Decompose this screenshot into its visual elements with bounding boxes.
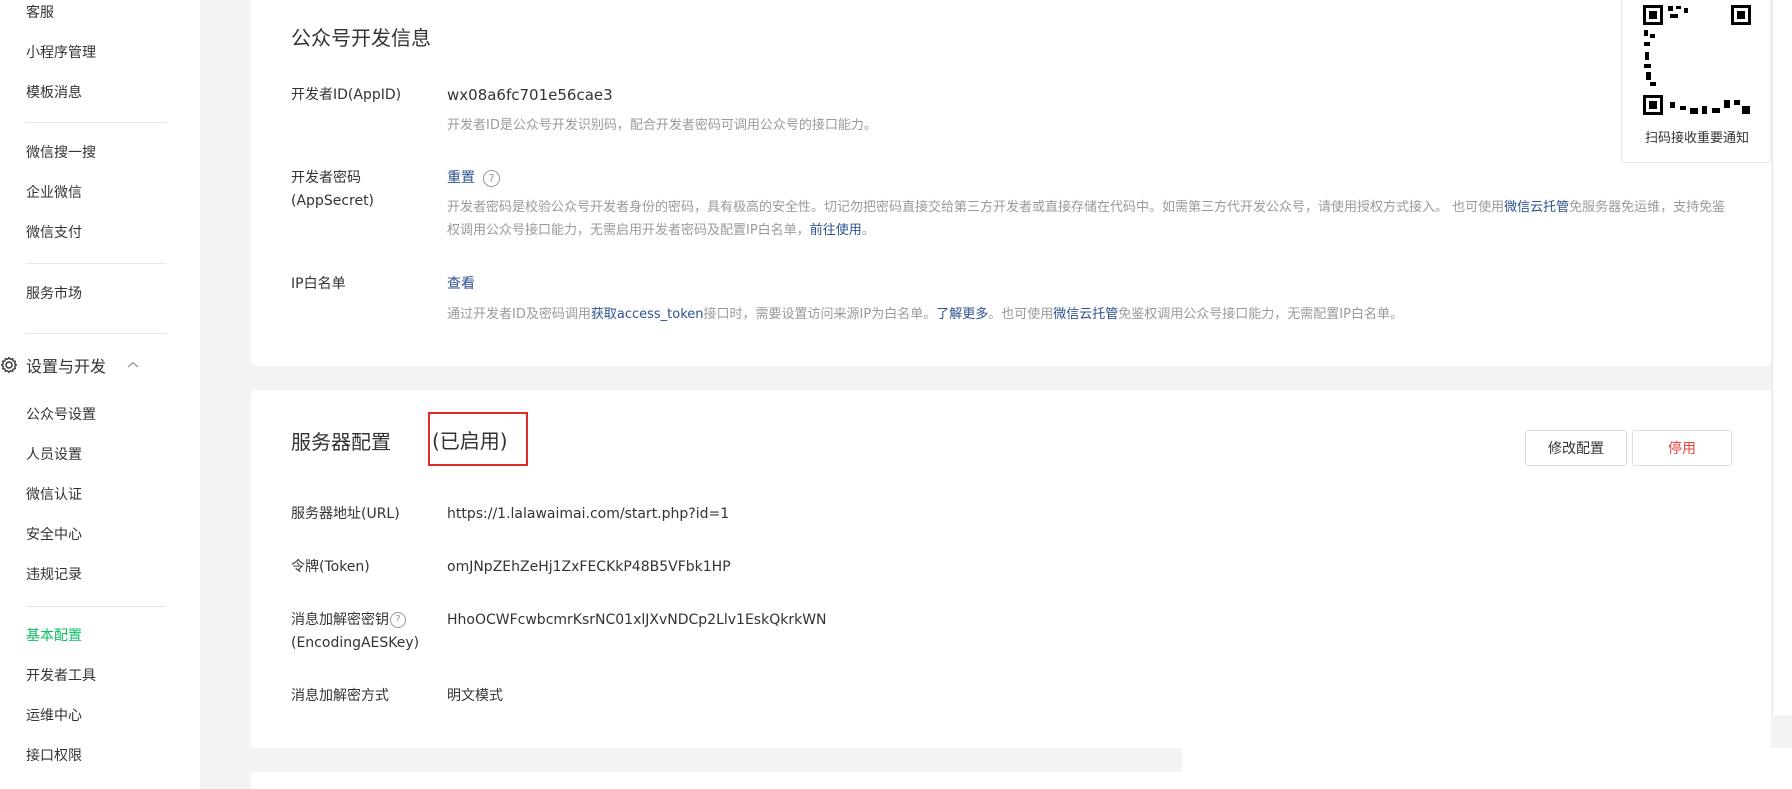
ip-desc-text: 通过开发者ID及密码调用: [447, 307, 591, 322]
ip-whitelist-view-link[interactable]: 查看: [447, 273, 475, 296]
aes-key-value: HhoOCWFcwbcmrKsrNC01xlJXvNDCp2Llv1EskQkr…: [447, 612, 827, 628]
go-use-link[interactable]: 前往使用: [810, 223, 862, 238]
token-value: omJNpZEhZeHj1ZxFECKkP48B5VFbk1HP: [447, 559, 731, 575]
help-icon[interactable]: ?: [390, 612, 406, 628]
learn-more-link[interactable]: 了解更多: [936, 307, 988, 322]
dev-info-title: 公众号开发信息: [291, 26, 431, 50]
access-token-link[interactable]: 获取access_token: [591, 307, 704, 322]
chevron-up-icon[interactable]: [126, 358, 140, 372]
wechat-cloud-link[interactable]: 微信云托管: [1053, 307, 1118, 322]
appid-desc: 开发者ID是公众号开发识别码，配合开发者密码可调用公众号的接口能力。: [447, 118, 877, 133]
url-label: 服务器地址(URL): [291, 506, 400, 522]
right-side-strip: [1772, 0, 1792, 715]
secret-actions: 重置?: [447, 167, 500, 190]
disable-button[interactable]: 停用: [1632, 430, 1732, 466]
secret-label: 开发者密码(AppSecret): [291, 170, 375, 209]
sidebar-group-settings-dev[interactable]: 设置与开发: [0, 353, 140, 377]
token-label: 令牌(Token): [291, 559, 370, 575]
ip-whitelist-label: IP白名单: [291, 276, 346, 292]
sidebar-item-work-wechat[interactable]: 企业微信: [26, 183, 82, 203]
sidebar-item-ops-center[interactable]: 运维中心: [26, 706, 82, 726]
sidebar-divider: [26, 122, 166, 123]
encrypt-mode-value: 明文模式: [447, 688, 503, 704]
sidebar-item-miniprogram[interactable]: 小程序管理: [26, 43, 96, 63]
sidebar-item-wechat-pay[interactable]: 微信支付: [26, 223, 82, 243]
qr-code-icon: [1640, 2, 1754, 118]
ip-desc-text: 。也可使用: [988, 307, 1054, 322]
secret-desc-text: 。: [861, 223, 875, 238]
sidebar-item-security-center[interactable]: 安全中心: [26, 525, 82, 545]
appid-value: wx08a6fc701e56cae3: [447, 86, 613, 104]
sidebar: 客服 小程序管理 模板消息 微信搜一搜 企业微信 微信支付 服务市场 设置与开发…: [0, 0, 200, 789]
sidebar-item-template-message[interactable]: 模板消息: [26, 83, 82, 103]
sidebar-item-dev-tools[interactable]: 开发者工具: [26, 666, 96, 686]
url-value: https://1.lalawaimai.com/start.php?id=1: [447, 506, 730, 522]
server-config-card: 服务器配置 (已启用) 修改配置 停用 服务器地址(URL) https://1…: [251, 390, 1771, 748]
sidebar-divider: [26, 263, 166, 264]
ip-desc-text: 免鉴权调用公众号接口能力，无需配置IP白名单。: [1118, 307, 1403, 322]
sidebar-divider: [26, 606, 166, 607]
status-text: (已启用): [432, 428, 508, 453]
sidebar-item-account-settings[interactable]: 公众号设置: [26, 405, 96, 425]
sidebar-item-service-market[interactable]: 服务市场: [26, 284, 82, 304]
sidebar-item-staff-settings[interactable]: 人员设置: [26, 445, 82, 465]
status-badge: (已启用): [428, 412, 528, 466]
aes-key-label-text: (EncodingAESKey): [291, 635, 420, 651]
view-link[interactable]: 查看: [447, 276, 475, 292]
secret-desc: 开发者密码是校验公众号开发者身份的密码，具有极高的安全性。切记勿把密码直接交给第…: [447, 196, 1737, 242]
qr-notify-panel: 扫码接收重要通知: [1621, 0, 1771, 163]
sidebar-item-customer-service[interactable]: 客服: [26, 3, 54, 23]
sidebar-item-violation-records[interactable]: 违规记录: [26, 565, 82, 585]
qr-caption: 扫码接收重要通知: [1644, 131, 1749, 146]
server-config-title-text: 服务器配置: [291, 430, 391, 454]
overlay-block: [1182, 748, 1792, 789]
sidebar-item-wechat-search[interactable]: 微信搜一搜: [26, 143, 96, 163]
wechat-cloud-link[interactable]: 微信云托管: [1504, 200, 1569, 215]
sidebar-divider: [26, 333, 166, 334]
modify-config-button[interactable]: 修改配置: [1525, 430, 1627, 466]
secret-desc-text: 开发者密码是校验公众号开发者身份的密码，具有极高的安全性。切记勿把密码直接交给第…: [447, 200, 1505, 215]
gear-icon: [0, 356, 18, 374]
help-icon[interactable]: ?: [483, 169, 500, 187]
sidebar-item-api-permissions[interactable]: 接口权限: [26, 746, 82, 766]
sidebar-item-verification[interactable]: 微信认证: [26, 485, 82, 505]
reset-secret-link[interactable]: 重置: [447, 170, 475, 186]
encrypt-mode-label: 消息加解密方式: [291, 688, 389, 704]
ip-whitelist-desc: 通过开发者ID及密码调用获取access_token接口时，需要设置访问来源IP…: [447, 303, 1747, 326]
dev-info-card: 公众号开发信息 开发者ID(AppID) wx08a6fc701e56cae3 …: [251, 0, 1771, 366]
appid-label: 开发者ID(AppID): [291, 87, 402, 103]
aes-key-label: 消息加解密密钥? (EncodingAESKey): [291, 609, 441, 655]
server-config-title: 服务器配置 (已启用): [291, 412, 528, 466]
sidebar-group-title: 设置与开发: [26, 357, 107, 376]
ip-desc-text: 接口时，需要设置访问来源IP为白名单。: [703, 307, 937, 322]
sidebar-item-basic-config[interactable]: 基本配置: [26, 626, 82, 646]
aes-key-label-text: 消息加解密密钥: [291, 612, 389, 628]
